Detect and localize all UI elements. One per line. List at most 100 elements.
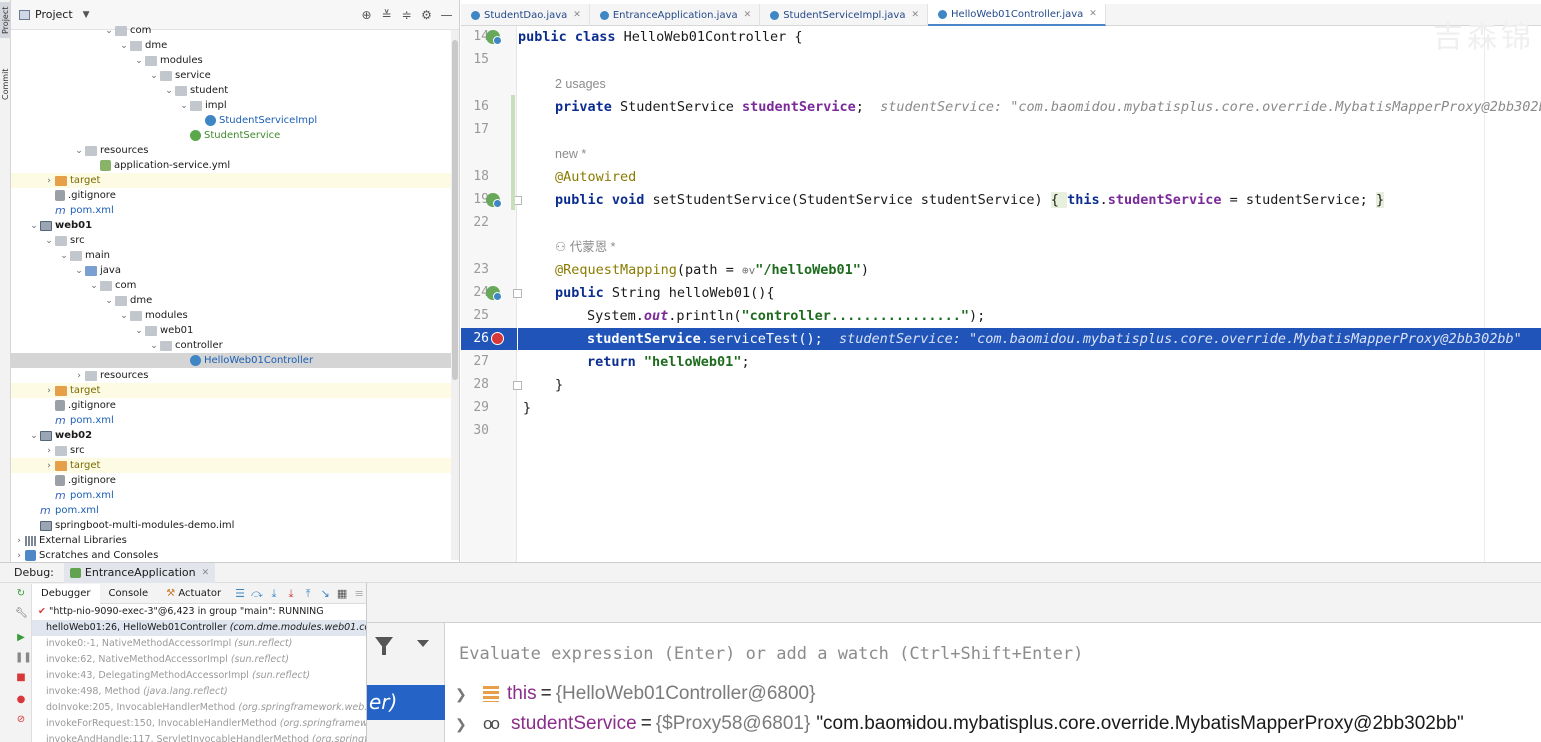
stop-icon[interactable]: ■ bbox=[15, 672, 27, 684]
tree-item[interactable]: .gitignore bbox=[11, 398, 459, 413]
author-hint-new[interactable]: new * bbox=[555, 143, 586, 165]
tree-item[interactable]: springboot-multi-modules-demo.iml bbox=[11, 518, 459, 533]
step-out-icon[interactable]: ⤒ bbox=[301, 587, 315, 601]
tree-item[interactable]: ⌄ student bbox=[11, 83, 459, 98]
tree-item[interactable]: .gitignore bbox=[11, 473, 459, 488]
chevron-right-icon[interactable]: › bbox=[43, 386, 55, 396]
tree-item[interactable]: ⌄ web01 bbox=[11, 323, 459, 338]
chevron-down-icon[interactable]: ⌄ bbox=[73, 146, 85, 156]
tree-item[interactable]: › target bbox=[11, 383, 459, 398]
thread-selector[interactable]: ✔ "http-nio-9090-exec-3"@6,423 in group … bbox=[32, 604, 366, 620]
tree-item[interactable]: ⌄ main bbox=[11, 248, 459, 263]
hide-panel-icon[interactable]: — bbox=[440, 8, 453, 22]
line-number[interactable]: 26 bbox=[461, 328, 517, 350]
tab-debugger[interactable]: Debugger bbox=[32, 583, 100, 604]
scrollbar[interactable] bbox=[451, 30, 459, 560]
close-icon[interactable]: ✕ bbox=[744, 10, 752, 20]
stack-frame[interactable]: invoke0:-1, NativeMethodAccessorImpl (su… bbox=[32, 636, 366, 652]
collapse-all-icon[interactable]: ≑ bbox=[400, 8, 413, 22]
tree-item[interactable]: m pom.xml bbox=[11, 503, 459, 518]
stack-frame[interactable]: invoke:43, DelegatingMethodAccessorImpl … bbox=[32, 668, 366, 684]
tree-item[interactable]: ⌄ com bbox=[11, 278, 459, 293]
line-number[interactable]: 25 bbox=[461, 305, 489, 327]
tree-item[interactable]: ⌄ modules bbox=[11, 53, 459, 68]
tree-item[interactable]: .gitignore bbox=[11, 188, 459, 203]
stack-frame[interactable]: invoke:498, Method (java.lang.reflect) bbox=[32, 684, 366, 700]
line-number[interactable]: 18 bbox=[461, 166, 489, 188]
tree-item[interactable]: ⌄ impl bbox=[11, 98, 459, 113]
chevron-down-icon[interactable]: ⌄ bbox=[148, 341, 160, 351]
trace-icon[interactable]: ≡ bbox=[352, 587, 366, 600]
chevron-right-icon[interactable]: › bbox=[43, 446, 55, 456]
tree-item[interactable]: m pom.xml bbox=[11, 203, 459, 218]
evaluate-icon[interactable]: ▦ bbox=[335, 587, 349, 600]
pause-icon[interactable]: ❚❚ bbox=[15, 652, 32, 664]
globe-icon[interactable]: ⊕v bbox=[742, 264, 755, 277]
line-number[interactable]: 17 bbox=[461, 119, 489, 141]
line-number[interactable]: 27 bbox=[461, 351, 489, 373]
tree-item[interactable]: ⌄ service bbox=[11, 68, 459, 83]
chevron-down-icon[interactable]: ⌄ bbox=[88, 281, 100, 291]
chevron-down-icon[interactable]: ⌄ bbox=[118, 41, 130, 51]
close-icon[interactable]: ✕ bbox=[202, 568, 210, 578]
chevron-down-icon[interactable]: ⌄ bbox=[148, 71, 160, 81]
wrench-icon[interactable]: 🔧︎ bbox=[15, 608, 28, 620]
chevron-down-icon[interactable]: ▼ bbox=[83, 10, 90, 20]
tab-console[interactable]: Console bbox=[100, 588, 158, 599]
tree-item[interactable]: ⌄ java bbox=[11, 263, 459, 278]
line-number[interactable]: 23 bbox=[461, 259, 489, 281]
chevron-right-icon[interactable]: › bbox=[43, 461, 55, 471]
chevron-down-icon[interactable]: ⌄ bbox=[133, 56, 145, 66]
line-number[interactable]: 15 bbox=[461, 49, 489, 71]
tree-item[interactable]: m pom.xml bbox=[11, 488, 459, 503]
expand-all-icon[interactable]: ≚ bbox=[380, 8, 393, 22]
stack-frame[interactable]: invokeForRequest:150, InvocableHandlerMe… bbox=[32, 716, 366, 732]
spring-bean-icon[interactable] bbox=[486, 193, 502, 208]
chevron-down-icon[interactable]: ⌄ bbox=[58, 251, 70, 261]
editor-tab[interactable]: EntranceApplication.java ✕ bbox=[590, 4, 761, 26]
tree-item[interactable]: StudentServiceImpl bbox=[11, 113, 459, 128]
step-over-icon[interactable]: ⤼ bbox=[250, 587, 264, 601]
chevron-right-icon[interactable]: › bbox=[13, 536, 25, 546]
close-icon[interactable]: ✕ bbox=[1089, 9, 1097, 19]
project-tool-tab[interactable]: Project bbox=[0, 2, 11, 38]
close-icon[interactable]: ✕ bbox=[911, 10, 919, 20]
tree-item[interactable]: StudentService bbox=[11, 128, 459, 143]
chevron-right-icon[interactable]: ❯ bbox=[455, 686, 469, 703]
tree-item[interactable]: › target bbox=[11, 173, 459, 188]
chevron-down-icon[interactable]: ⌄ bbox=[43, 236, 55, 246]
tree-item[interactable]: › resources bbox=[11, 368, 459, 383]
rerun-icon[interactable]: ↻ bbox=[15, 588, 27, 600]
stack-frame[interactable]: doInvoke:205, InvocableHandlerMethod (or… bbox=[32, 700, 366, 716]
tab-actuator[interactable]: ⚒ Actuator bbox=[157, 588, 230, 599]
chevron-down-icon[interactable]: ⌄ bbox=[28, 431, 40, 441]
usages-hint[interactable]: 2 usages bbox=[555, 73, 606, 95]
tree-item[interactable]: › src bbox=[11, 443, 459, 458]
tree-item[interactable]: › External Libraries bbox=[11, 533, 459, 548]
spring-bean-icon[interactable] bbox=[486, 286, 502, 301]
chevron-down-icon[interactable]: ⌄ bbox=[103, 296, 115, 306]
chevron-down-icon[interactable]: ⌄ bbox=[73, 266, 85, 276]
tree-item[interactable]: ⌄ resources bbox=[11, 143, 459, 158]
line-number[interactable]: 28 bbox=[461, 374, 489, 396]
line-number[interactable]: 30 bbox=[461, 420, 489, 442]
line-number[interactable]: 19 bbox=[461, 189, 489, 211]
stack-frame[interactable]: helloWeb01:26, HelloWeb01Controller (com… bbox=[32, 620, 366, 636]
chevron-down-icon[interactable]: ⌄ bbox=[178, 101, 190, 111]
editor-tab[interactable]: StudentServiceImpl.java ✕ bbox=[760, 4, 929, 26]
line-number[interactable]: 14 bbox=[461, 26, 489, 48]
tree-item[interactable]: HelloWeb01Controller bbox=[11, 353, 459, 368]
menu-icon[interactable]: ☰ bbox=[233, 587, 247, 600]
tree-item[interactable]: application-service.yml bbox=[11, 158, 459, 173]
code-area[interactable]: public class HelloWeb01Controller { 2 us… bbox=[518, 26, 1541, 562]
tree-item[interactable]: ⌄ modules bbox=[11, 308, 459, 323]
variable-row-studentService[interactable]: ❯ oo studentService = {$Proxy58@6801} "c… bbox=[447, 709, 1541, 739]
chevron-down-icon[interactable]: ⌄ bbox=[118, 311, 130, 321]
line-number[interactable]: 22 bbox=[461, 212, 489, 234]
tree-item[interactable]: ⌄ web02 bbox=[11, 428, 459, 443]
tree-item[interactable]: ⌄ com bbox=[11, 23, 459, 38]
chevron-right-icon[interactable]: › bbox=[13, 551, 25, 561]
evaluate-expression-input[interactable]: Evaluate expression (Enter) or add a wat… bbox=[459, 639, 1539, 669]
breakpoint-icon[interactable] bbox=[491, 332, 504, 345]
close-icon[interactable]: ✕ bbox=[573, 10, 581, 20]
